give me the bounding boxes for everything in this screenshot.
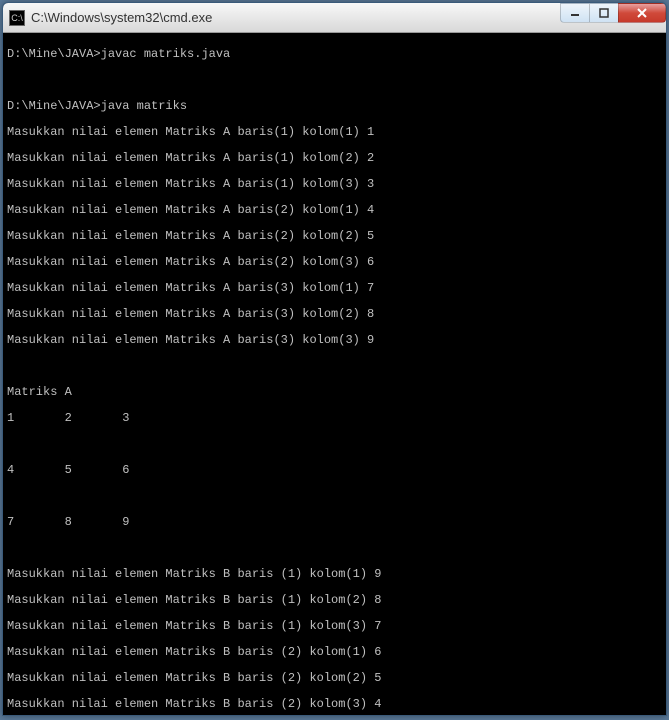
terminal-line: Masukkan nilai elemen Matriks A baris(2)…	[7, 204, 662, 217]
terminal-line: Masukkan nilai elemen Matriks A baris(3)…	[7, 308, 662, 321]
window-controls	[561, 3, 666, 25]
maximize-button[interactable]	[589, 3, 619, 23]
terminal-line	[7, 542, 662, 555]
minimize-button[interactable]	[560, 3, 590, 23]
terminal-line: 7 8 9	[7, 516, 662, 529]
maximize-icon	[599, 8, 609, 18]
terminal-line: Masukkan nilai elemen Matriks B baris (2…	[7, 698, 662, 711]
terminal-line	[7, 438, 662, 451]
terminal-line	[7, 490, 662, 503]
terminal-line: Masukkan nilai elemen Matriks B baris (1…	[7, 620, 662, 633]
terminal-line: Masukkan nilai elemen Matriks B baris (1…	[7, 568, 662, 581]
minimize-icon	[570, 8, 580, 18]
window-title: C:\Windows\system32\cmd.exe	[31, 10, 212, 25]
terminal-line: D:\Mine\JAVA>java matriks	[7, 100, 662, 113]
terminal-line: Masukkan nilai elemen Matriks A baris(2)…	[7, 230, 662, 243]
terminal-line: 1 2 3	[7, 412, 662, 425]
terminal-line: Masukkan nilai elemen Matriks B baris (1…	[7, 594, 662, 607]
terminal-line: D:\Mine\JAVA>javac matriks.java	[7, 48, 662, 61]
terminal-line: Masukkan nilai elemen Matriks A baris(1)…	[7, 178, 662, 191]
close-button[interactable]	[618, 3, 666, 23]
close-icon	[636, 7, 648, 19]
terminal-line: Masukkan nilai elemen Matriks A baris(1)…	[7, 152, 662, 165]
terminal-line: Masukkan nilai elemen Matriks A baris(2)…	[7, 256, 662, 269]
terminal-line: Masukkan nilai elemen Matriks B baris (2…	[7, 646, 662, 659]
terminal-line: Masukkan nilai elemen Matriks A baris(1)…	[7, 126, 662, 139]
terminal-line	[7, 74, 662, 87]
titlebar[interactable]: C:\ C:\Windows\system32\cmd.exe	[3, 3, 666, 33]
cmd-window: C:\ C:\Windows\system32\cmd.exe D:\Mine\…	[2, 2, 667, 716]
terminal-line: Masukkan nilai elemen Matriks B baris (2…	[7, 672, 662, 685]
terminal-line	[7, 360, 662, 373]
cmd-icon: C:\	[9, 10, 25, 26]
terminal-line: Masukkan nilai elemen Matriks A baris(3)…	[7, 334, 662, 347]
terminal-area[interactable]: D:\Mine\JAVA>javac matriks.java D:\Mine\…	[3, 33, 666, 715]
terminal-line: Masukkan nilai elemen Matriks A baris(3)…	[7, 282, 662, 295]
terminal-line: 4 5 6	[7, 464, 662, 477]
terminal-line: Matriks A	[7, 386, 662, 399]
